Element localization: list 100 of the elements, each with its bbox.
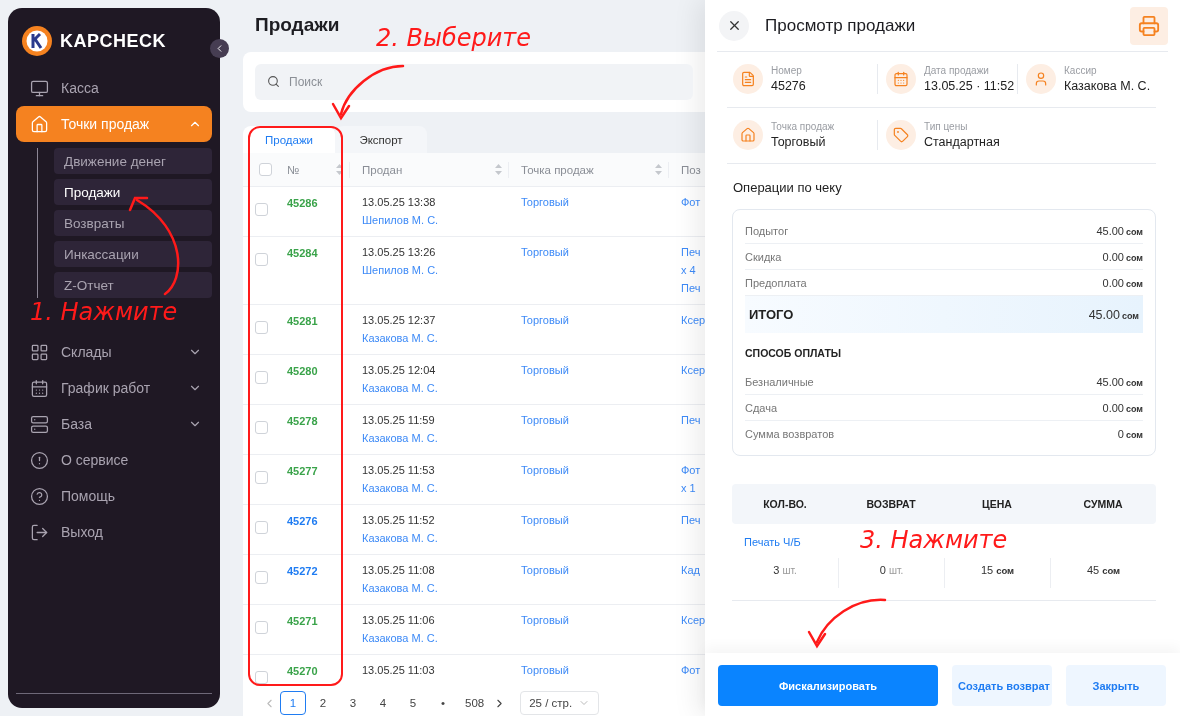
nav-icon <box>30 414 49 434</box>
info-label: Точка продаж <box>771 121 835 132</box>
search-field[interactable]: Поиск <box>255 64 693 100</box>
info-value: 13.05.25 · 11:52 <box>924 79 1015 93</box>
nav-item[interactable]: О сервисе <box>16 442 212 478</box>
sale-number[interactable]: 45277 <box>287 465 318 477</box>
sort-icon[interactable] <box>495 164 502 175</box>
checkbox[interactable] <box>255 521 268 534</box>
sale-date: 13.05.25 11:06 <box>362 613 435 628</box>
sale-date: 13.05.25 11:08 <box>362 563 435 578</box>
nav-item[interactable]: Выход <box>16 514 212 550</box>
point-link[interactable]: Торговый <box>521 661 569 679</box>
nav-item[interactable]: Точки продаж <box>16 106 212 142</box>
info-label: Кассир <box>1064 65 1098 76</box>
sort-icon[interactable] <box>655 164 662 175</box>
sort-icon[interactable] <box>336 164 343 175</box>
nav-icon <box>30 486 49 506</box>
info-icon <box>886 120 916 150</box>
tab[interactable]: Экспорт <box>335 126 427 153</box>
sale-number[interactable]: 45280 <box>287 365 318 377</box>
table-cell-text: Ксер <box>681 613 705 628</box>
point-link[interactable]: Торговый <box>521 361 569 379</box>
point-link[interactable]: Торговый <box>521 243 569 261</box>
point-link[interactable]: Торговый <box>521 193 569 211</box>
point-link[interactable]: Торговый <box>521 311 569 329</box>
info-label: Дата продажи <box>924 65 990 76</box>
line-amount: 0 сом <box>1117 428 1143 440</box>
submenu-item[interactable]: Продажи <box>54 179 212 205</box>
cashier-link[interactable]: Шепилов М. С. <box>362 261 439 279</box>
sale-number[interactable]: 45270 <box>287 665 318 677</box>
tab[interactable]: Продажи <box>243 126 335 153</box>
sale-number[interactable]: 45278 <box>287 415 318 427</box>
line-amount: 0.00 сом <box>1102 401 1143 414</box>
item-name-link[interactable]: Печать Ч/Б <box>744 536 801 548</box>
checkbox[interactable] <box>255 671 268 684</box>
sale-number[interactable]: 45286 <box>287 197 318 209</box>
cashier-link[interactable]: Шепилов М. С. <box>362 211 439 229</box>
checkbox[interactable] <box>255 571 268 584</box>
cashier-link[interactable]: Казакова М. С. <box>362 479 438 497</box>
nav-item[interactable]: Помощь <box>16 478 212 514</box>
sale-number[interactable]: 45271 <box>287 615 318 627</box>
printer-icon <box>1138 14 1160 37</box>
submenu-item[interactable]: Z-Отчет <box>54 272 212 298</box>
cashier-link[interactable]: Казакова М. С. <box>362 329 438 347</box>
cashier-link[interactable]: Казакова М. С. <box>362 379 438 397</box>
secondary-button[interactable]: Закрыть <box>1066 665 1166 706</box>
column-header: № <box>287 163 300 176</box>
nav-item[interactable]: График работ <box>16 370 212 406</box>
page-size-select[interactable]: 25 / стр. <box>520 691 600 715</box>
fiscalize-button[interactable]: Фискализировать <box>718 665 938 706</box>
cashier-link[interactable]: Казакова М. С. <box>362 629 438 647</box>
secondary-button[interactable]: Создать возврат <box>952 665 1052 706</box>
print-button[interactable] <box>1130 6 1168 45</box>
checkbox[interactable] <box>259 163 272 176</box>
column-header: СУММА <box>1082 498 1124 510</box>
column-header: Точка продаж <box>521 163 594 176</box>
line-label: Скидка <box>745 250 782 263</box>
close-button[interactable] <box>719 10 749 41</box>
logo-icon <box>22 26 52 56</box>
nav-item[interactable]: Склады <box>16 334 212 370</box>
point-link[interactable]: Торговый <box>521 561 569 579</box>
point-link[interactable]: Торговый <box>521 511 569 529</box>
info-icon <box>733 120 763 150</box>
sale-number[interactable]: 45276 <box>287 515 318 527</box>
nav-item[interactable]: База <box>16 406 212 442</box>
table-cell-text: Печ <box>681 245 701 260</box>
checkbox[interactable] <box>255 203 268 216</box>
info-value: Торговый <box>771 135 827 149</box>
table-cell-text: Ксер <box>681 363 705 378</box>
checkbox[interactable] <box>255 321 268 334</box>
column-header: КОЛ-ВО. <box>762 498 808 510</box>
submenu-item[interactable]: Инкассации <box>54 241 212 267</box>
sale-number[interactable]: 45284 <box>287 247 318 259</box>
point-link[interactable]: Торговый <box>521 611 569 629</box>
info-value: Казакова М. С. <box>1064 79 1151 93</box>
collapse-button[interactable] <box>210 39 229 58</box>
point-link[interactable]: Торговый <box>521 411 569 429</box>
cashier-link[interactable]: Казакова М. С. <box>362 579 438 597</box>
checkbox[interactable] <box>255 471 268 484</box>
line-amount: 0.00 сом <box>1102 276 1143 289</box>
nav-icon <box>30 114 49 134</box>
table-cell-text: x 1 <box>681 481 696 496</box>
page-button[interactable]: 1 <box>280 691 306 715</box>
checkbox[interactable] <box>255 253 268 266</box>
line-amount: 0.00 сом <box>1102 250 1143 263</box>
total-label: ИТОГО <box>749 307 794 322</box>
checkbox[interactable] <box>255 621 268 634</box>
checkbox[interactable] <box>255 371 268 384</box>
submenu-item[interactable]: Движение денег <box>54 148 212 174</box>
table-cell: 0 шт. <box>879 564 904 576</box>
nav-item[interactable]: Касса <box>16 70 212 106</box>
sale-number[interactable]: 45281 <box>287 315 318 327</box>
point-link[interactable]: Торговый <box>521 461 569 479</box>
sale-number[interactable]: 45272 <box>287 565 318 577</box>
submenu-item[interactable]: Возвраты <box>54 210 212 236</box>
checkbox[interactable] <box>255 421 268 434</box>
drawer-title: Просмотр продажи <box>765 15 917 36</box>
cashier-link[interactable]: Казакова М. С. <box>362 529 438 547</box>
cashier-link[interactable]: Казакова М. С. <box>362 429 438 447</box>
table-cell: 15 сом <box>980 564 1015 576</box>
